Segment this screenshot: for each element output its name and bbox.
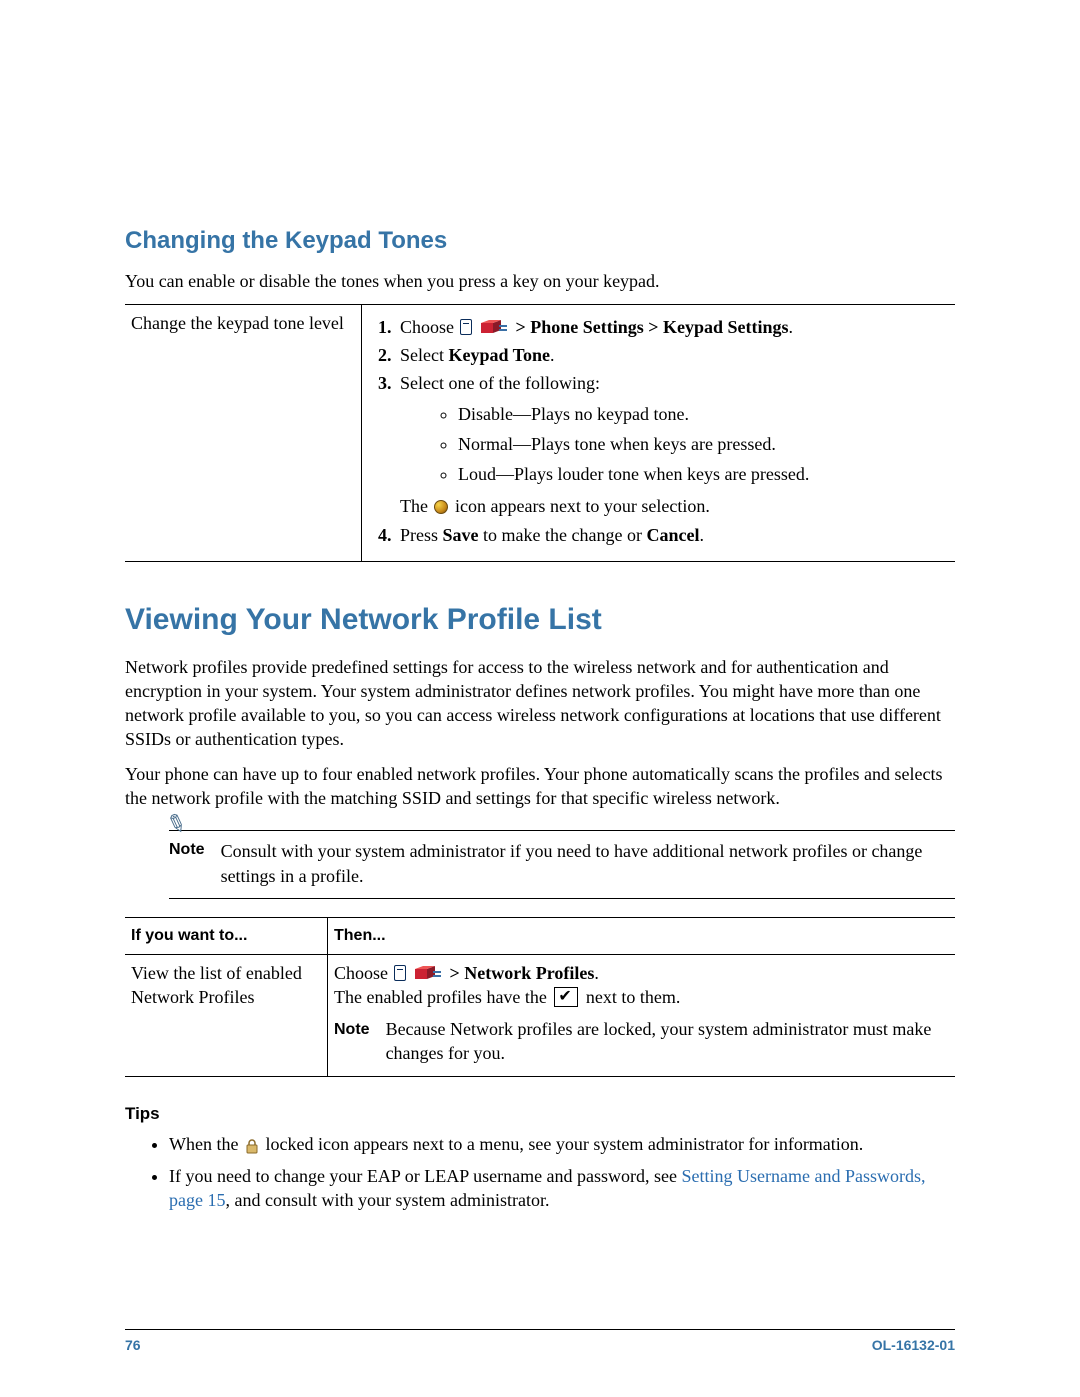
step2-bold: Keypad Tone [448, 345, 550, 365]
page-footer: 76 OL-16132-01 [125, 1329, 955, 1355]
note-block: ✎ Note Consult with your system administ… [169, 830, 955, 899]
step1-bold: > Phone Settings > Keypad Settings [516, 317, 789, 337]
selection-dot-icon [434, 500, 448, 514]
inner-note-text: Because Network profiles are locked, you… [386, 1017, 949, 1066]
step2-text-c: . [550, 345, 555, 365]
procedure-left: Change the keypad tone level [125, 304, 362, 561]
tip1-a: When the [169, 1134, 243, 1154]
checkmark-icon [554, 987, 578, 1007]
inner-note-label: Note [334, 1017, 370, 1066]
step2-text-a: Select [400, 345, 448, 365]
step3-text: Select one of the following: [400, 373, 600, 393]
network-p1: Network profiles provide predefined sett… [125, 655, 955, 752]
wantto-line2: The enabled profiles have the next to th… [334, 985, 949, 1009]
tip2-b: , and consult with your system administr… [225, 1190, 549, 1210]
tip2-a: If you need to change your EAP or LEAP u… [169, 1166, 682, 1186]
steps-list: Choose > P [368, 315, 949, 547]
r2-b: next to them. [586, 987, 680, 1007]
step-3: Select one of the following: Disable—Pla… [396, 371, 949, 518]
step3-tail: The icon appears next to your selection. [400, 494, 949, 518]
note-text: Consult with your system administrator i… [221, 839, 955, 888]
step4-a: Press [400, 525, 443, 545]
tip1-b: locked icon appears next to a menu, see … [265, 1134, 863, 1154]
r1-c: . [594, 963, 599, 983]
heading-keypad-tones: Changing the Keypad Tones [125, 225, 955, 257]
step1-text-a: Choose [400, 317, 459, 337]
r1-bold: > Network Profiles [450, 963, 595, 983]
step3-tail-a: The [400, 496, 432, 516]
step4-cancel: Cancel [646, 525, 699, 545]
options-list: Disable—Plays no keypad tone. Normal—Pla… [400, 402, 949, 487]
option-normal: Normal—Plays tone when keys are pressed. [458, 432, 949, 456]
note-label: Note [169, 839, 205, 861]
step1-text-c: . [789, 317, 794, 337]
step4-e: . [699, 525, 704, 545]
step-4: Press Save to make the change or Cancel. [396, 523, 949, 547]
procedure-steps-cell: Choose > P [362, 304, 956, 561]
step4-save: Save [443, 525, 479, 545]
step-2: Select Keypad Tone. [396, 343, 949, 367]
col-then: Then... [328, 917, 956, 954]
settings-icon [413, 965, 443, 983]
intro-text: You can enable or disable the tones when… [125, 269, 955, 293]
network-p2: Your phone can have up to four enabled n… [125, 762, 955, 811]
document-page: Changing the Keypad Tones You can enable… [0, 0, 1080, 1397]
tips-heading: Tips [125, 1103, 955, 1126]
tip-1: When the locked icon appears next to a m… [169, 1132, 955, 1160]
wantto-left: View the list of enabled Network Profile… [125, 954, 328, 1076]
doc-id: OL-16132-01 [872, 1336, 955, 1355]
r1-a: Choose [334, 963, 393, 983]
lock-icon [245, 1136, 259, 1160]
page-number: 76 [125, 1336, 141, 1355]
tips-list: When the locked icon appears next to a m… [125, 1132, 955, 1213]
keypad-procedure-table: Change the keypad tone level Choose [125, 304, 955, 562]
menu-icon [460, 319, 472, 335]
option-loud: Loud—Plays louder tone when keys are pre… [458, 462, 949, 486]
r2-a: The enabled profiles have the [334, 987, 551, 1007]
menu-icon [394, 965, 406, 981]
step3-tail-b: icon appears next to your selection. [455, 496, 710, 516]
wantto-line1: Choose > Network Profiles. [334, 961, 949, 985]
wantto-right: Choose > Network Profiles. [328, 954, 956, 1076]
heading-network-profile: Viewing Your Network Profile List [125, 600, 955, 641]
settings-icon [479, 319, 509, 337]
inner-note: Note Because Network profiles are locked… [334, 1017, 949, 1066]
option-disable: Disable—Plays no keypad tone. [458, 402, 949, 426]
want-to-table: If you want to... Then... View the list … [125, 917, 955, 1077]
tip-2: If you need to change your EAP or LEAP u… [169, 1164, 955, 1213]
step-1: Choose > P [396, 315, 949, 339]
col-if-you-want: If you want to... [125, 917, 328, 954]
step4-c: to make the change or [479, 525, 647, 545]
